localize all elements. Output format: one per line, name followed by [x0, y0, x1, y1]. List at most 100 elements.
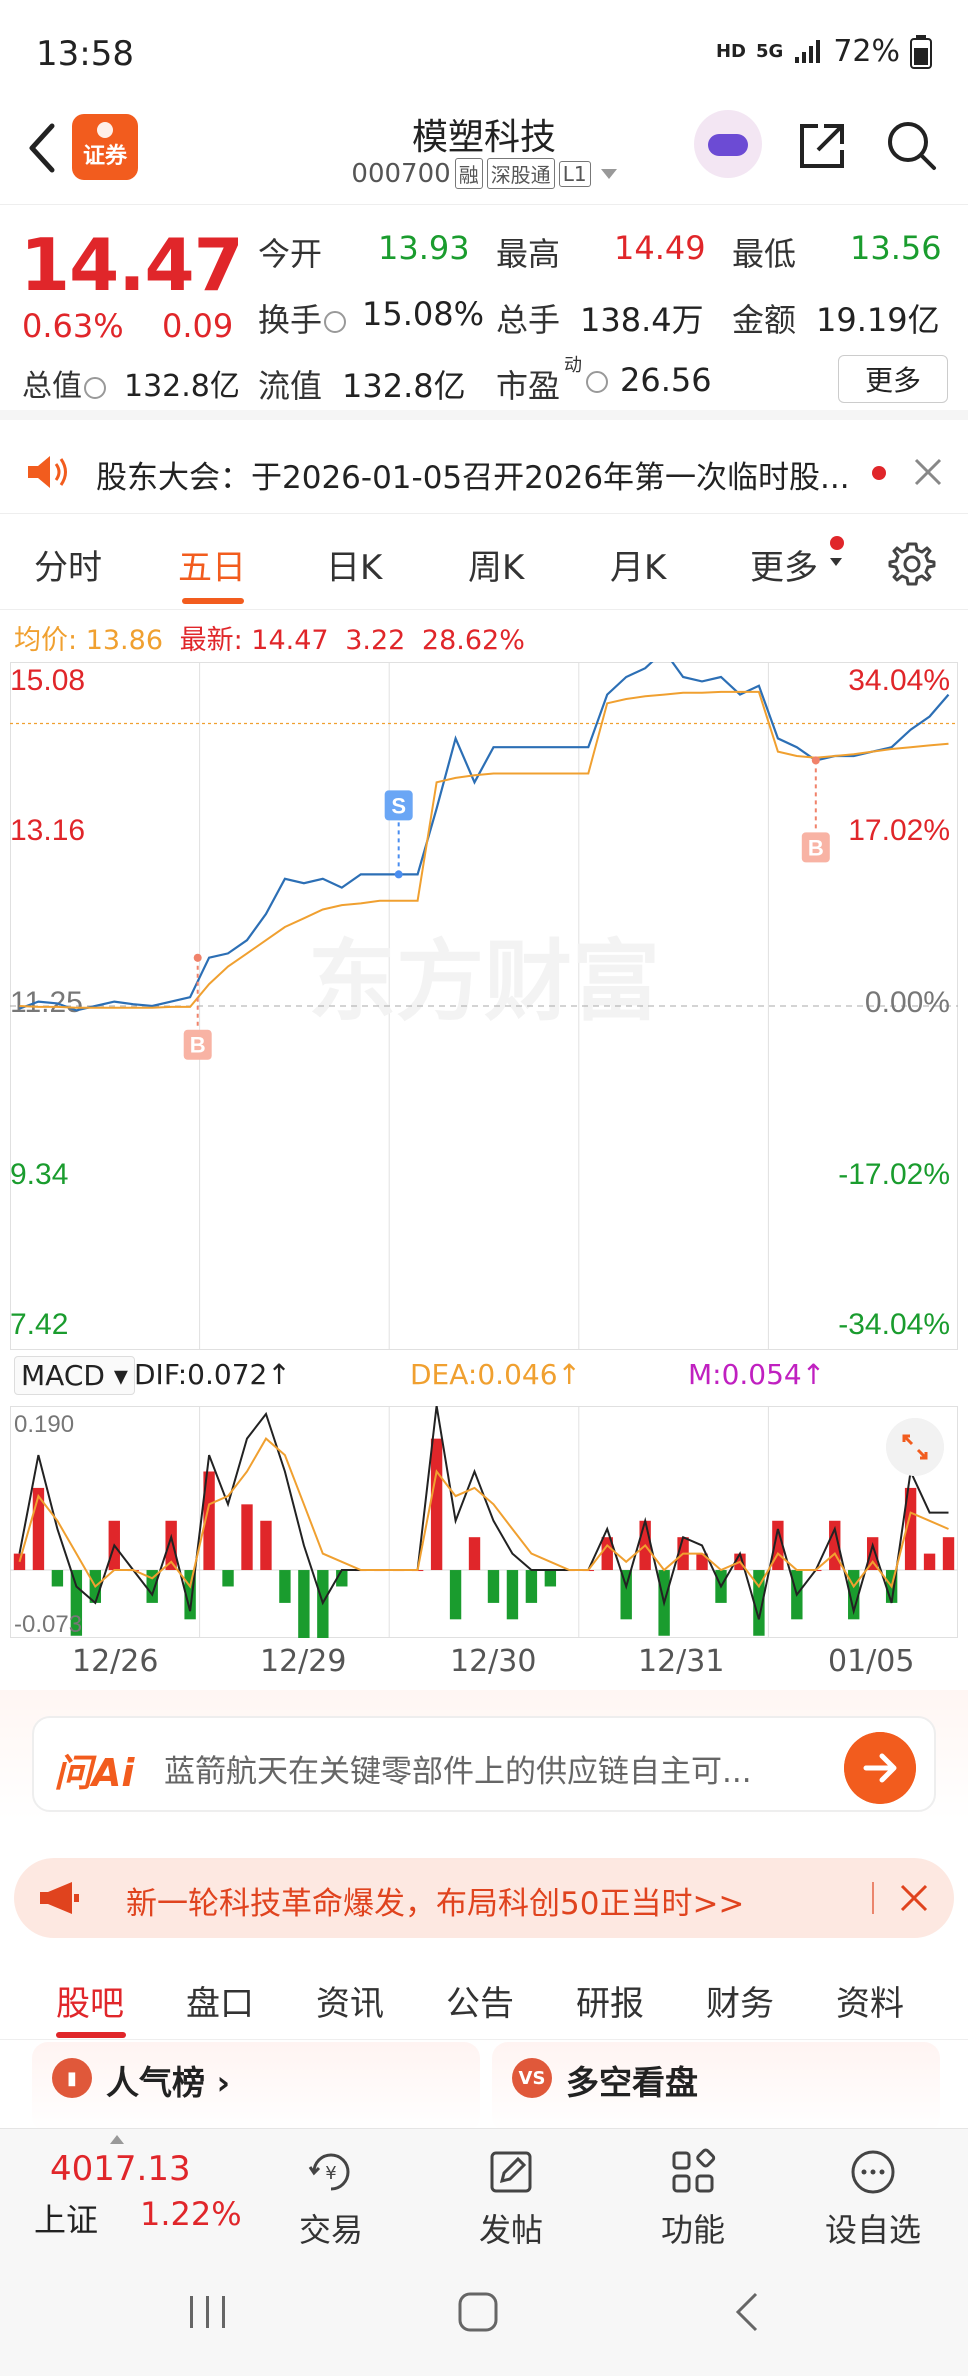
tab-finance[interactable]: 财务 [706, 1976, 774, 2025]
popularity-card[interactable]: ▮ 人气榜 › [32, 2042, 480, 2132]
gear-icon[interactable] [888, 540, 936, 588]
tab-forum[interactable]: 股吧 [56, 1976, 124, 2025]
info-icon[interactable] [586, 371, 608, 393]
divider [872, 1882, 874, 1914]
info-icon[interactable] [324, 311, 347, 333]
tab-research[interactable]: 研报 [576, 1976, 644, 2025]
macd-histogram-bar [544, 1570, 557, 1587]
y-pct-tick-label: 17.02% [848, 814, 950, 847]
latest-change: 3.22 [345, 625, 406, 656]
tag-level: L1 [558, 160, 591, 187]
dif-line [18, 1406, 949, 1620]
bottom-nav: 4017.13 上证 1.22% ¥ 交易 发帖 功能 设自选 [0, 2128, 968, 2254]
macd-histogram-bar [51, 1570, 64, 1587]
vs-icon: VS [512, 2058, 552, 2098]
battery-icon [910, 34, 932, 69]
y-tick-label: 9.34 [10, 1158, 68, 1191]
close-icon[interactable] [898, 1882, 930, 1914]
tab-more[interactable]: 更多 [750, 540, 818, 589]
indicator-select[interactable]: MACD ▾ [14, 1356, 135, 1395]
pe-value: 26.56 [620, 361, 712, 399]
promo-text: 新一轮科技革命爆发，布局科创50正当时>> [126, 1886, 745, 1922]
robot-face-icon [708, 134, 748, 156]
turnover-value: 15.08% [362, 295, 485, 333]
nav-label: 发帖 [478, 2211, 543, 2249]
high-value: 14.49 [614, 229, 706, 267]
tab-intraday[interactable]: 分时 [34, 540, 102, 589]
five-day-price-chart[interactable]: 东方财富15.0813.1611.259.347.4234.04%17.02%0… [10, 662, 958, 1350]
macd-histogram-bar [13, 1553, 26, 1571]
amount-label: 金额 [732, 301, 797, 339]
active-tab-indicator [56, 2032, 126, 2038]
macd-histogram-bar [241, 1504, 253, 1571]
svg-text:¥: ¥ [325, 2163, 336, 2184]
change-amount: 0.09 [162, 307, 234, 345]
avg-price-row: 均价: 13.86 最新: 14.47 3.22 28.62% [14, 618, 525, 657]
turnover-label: 换手 [258, 295, 347, 341]
info-icon[interactable] [84, 376, 106, 399]
ai-logo: 问Ai [54, 1751, 135, 1795]
date-label: 12/31 [638, 1644, 725, 1679]
volume-label: 总手 [496, 301, 561, 339]
marker-label: B [190, 1033, 206, 1058]
system-nav-bar [0, 2254, 968, 2376]
marker-dot [394, 870, 403, 879]
macd-histogram-bar [866, 1537, 879, 1571]
macd-chart[interactable]: 0.190 -0.073 [10, 1406, 958, 1638]
nav-trade[interactable]: ¥ 交易 [276, 2139, 386, 2249]
promo-banner[interactable]: 新一轮科技革命爆发，布局科创50正当时>> [14, 1858, 954, 1938]
latest-label: 最新: [179, 625, 243, 656]
tab-weekly-k[interactable]: 周K [468, 540, 524, 589]
float-label: 流值 [258, 367, 323, 405]
nav-functions[interactable]: 功能 [638, 2139, 748, 2249]
nav-post[interactable]: 发帖 [456, 2139, 566, 2249]
y-pct-tick-label: 0.00% [865, 986, 950, 1019]
tab-monthly-k[interactable]: 月K [610, 540, 666, 589]
more-quote-button[interactable]: 更多 [838, 355, 948, 403]
date-label: 12/26 [72, 1644, 159, 1679]
nav-label: 交易 [298, 2211, 363, 2249]
macd-histogram-bar [525, 1570, 538, 1603]
y-tick-label: 15.08 [10, 664, 85, 697]
nav-add-watchlist[interactable]: 设自选 [818, 2139, 928, 2249]
caret-up-icon [110, 2135, 124, 2144]
tab-announcements[interactable]: 公告 [446, 1976, 514, 2025]
date-label: 12/29 [260, 1644, 347, 1679]
back-nav-icon[interactable] [730, 2290, 766, 2334]
stock-header: 证券 模塑科技 000700 融 深股通 L1 [0, 100, 968, 205]
expand-icon[interactable] [886, 1418, 944, 1476]
share-icon[interactable] [794, 118, 850, 174]
notice-text: 股东大会：于2026-01-05召开2026年第一次临时股... [96, 460, 850, 496]
tag-connect: 深股通 [486, 158, 555, 189]
stock-code: 000700 [351, 158, 451, 189]
recent-apps-icon[interactable] [186, 2292, 230, 2332]
index-name: 上证 [34, 2201, 99, 2239]
avg-label: 均价: [14, 625, 78, 656]
arrow-right-icon[interactable] [844, 1732, 916, 1804]
caret-down-icon [830, 558, 842, 566]
latest-value: 14.47 [251, 625, 329, 656]
tab-orderbook[interactable]: 盘口 [186, 1976, 254, 2025]
index-percent: 1.22% [140, 2195, 242, 2233]
tab-daily-k[interactable]: 日K [326, 540, 382, 589]
tab-five-day[interactable]: 五日 [178, 540, 246, 589]
nav-label: 功能 [660, 2211, 725, 2249]
macd-histogram-bar [260, 1520, 272, 1571]
ai-question-box[interactable]: 问Ai 蓝箭航天在关键零部件上的供应链自主可... [32, 1716, 936, 1812]
hot-ranking-icon: ▮ [52, 2058, 92, 2098]
macd-histogram-bar [222, 1570, 234, 1587]
bull-bear-card[interactable]: VS 多空看盘 [492, 2042, 940, 2132]
ai-assistant-avatar[interactable] [694, 110, 762, 178]
low-value: 13.56 [850, 229, 942, 267]
tab-news[interactable]: 资讯 [316, 1976, 384, 2025]
home-icon[interactable] [456, 2290, 500, 2334]
date-label: 01/05 [828, 1644, 915, 1679]
notice-bar[interactable]: 股东大会：于2026-01-05召开2026年第一次临时股... [0, 430, 968, 514]
tab-profile[interactable]: 资料 [836, 1976, 904, 2025]
trade-icon: ¥ [308, 2153, 350, 2191]
status-bar: 13:58 HD 5G 72% [0, 0, 968, 100]
marker-label: B [808, 835, 824, 860]
search-icon[interactable] [884, 118, 940, 174]
new-badge-dot [830, 536, 844, 550]
close-icon[interactable] [912, 456, 944, 488]
